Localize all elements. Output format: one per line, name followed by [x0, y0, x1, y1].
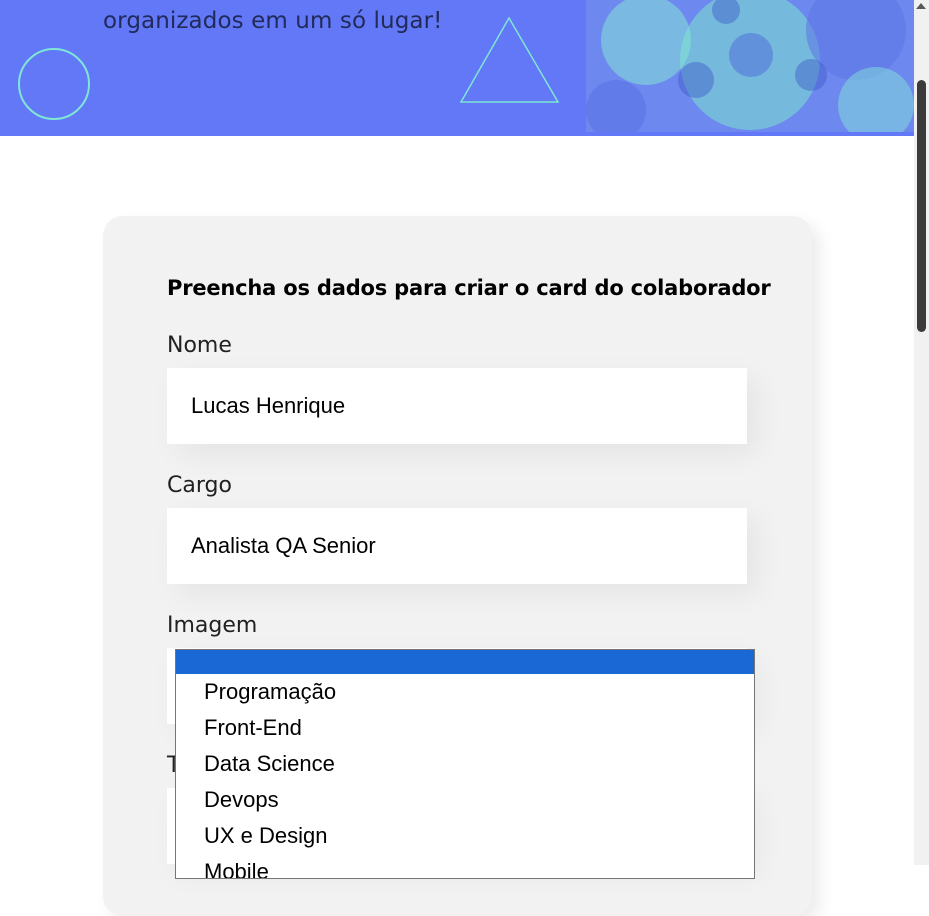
imagem-label: Imagem	[167, 613, 258, 638]
form-title: Preencha os dados para criar o card do c…	[167, 276, 771, 300]
circle-decoration	[18, 48, 90, 120]
dropdown-option-mobile[interactable]: Mobile	[176, 854, 754, 878]
dropdown-option-devops[interactable]: Devops	[176, 782, 754, 818]
time-dropdown-list[interactable]: Programação Front-End Data Science Devop…	[175, 649, 755, 879]
nome-input[interactable]	[167, 368, 747, 444]
scroll-up-arrow-icon[interactable]	[916, 3, 926, 9]
triangle-decoration	[459, 16, 560, 103]
dropdown-option-programacao[interactable]: Programação	[176, 674, 754, 710]
cargo-label: Cargo	[167, 473, 232, 498]
nome-label: Nome	[167, 333, 232, 358]
dropdown-option-ux-design[interactable]: UX e Design	[176, 818, 754, 854]
dropdown-option-front-end[interactable]: Front-End	[176, 710, 754, 746]
banner-tagline: organizados em um só lugar!	[103, 8, 443, 34]
scrollbar-thumb[interactable]	[917, 80, 926, 332]
dropdown-option-data-science[interactable]: Data Science	[176, 746, 754, 782]
cargo-input[interactable]	[167, 508, 747, 584]
team-photo	[586, 0, 914, 132]
banner: organizados em um só lugar!	[0, 0, 914, 136]
dropdown-option-blank[interactable]	[176, 650, 754, 674]
